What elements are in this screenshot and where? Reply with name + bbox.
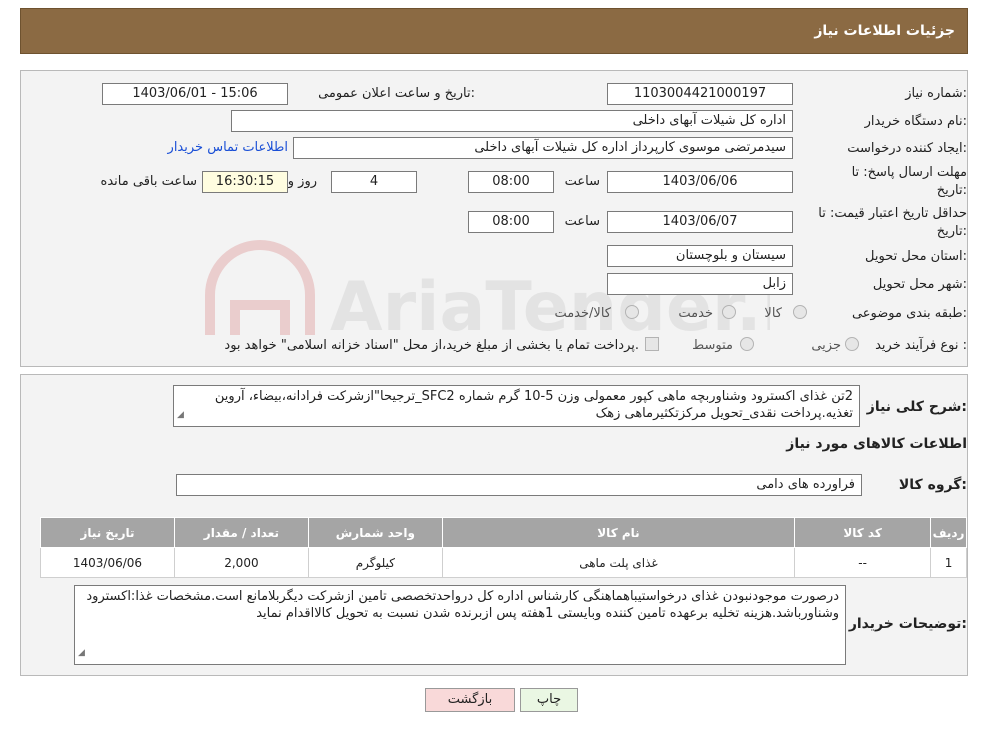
description-label: شرح کلی نیاز:: [866, 399, 967, 415]
city-label: شهر محل تحویل:: [872, 277, 967, 292]
process-minor-radio[interactable]: [845, 337, 859, 351]
back-button[interactable]: بازگشت: [425, 688, 515, 712]
announce-label: تاریخ و ساعت اعلان عمومی:: [318, 86, 475, 101]
resize-handle-icon[interactable]: ◢: [177, 407, 184, 424]
category-label: طبقه بندی موضوعی:: [851, 306, 967, 321]
col-row-number: ردیف: [930, 517, 967, 548]
category-goods-service-radio[interactable]: [625, 305, 639, 319]
goods-table-header: ردیف کد کالا نام کالا واحد شمارش تعداد /…: [40, 517, 967, 548]
days-remaining-field: 4: [331, 171, 417, 193]
days-label: روز و: [287, 174, 317, 189]
goods-section-title: اطلاعات کالاهای مورد نیاز: [786, 436, 967, 452]
goods-group-field: فراورده های دامی: [176, 474, 862, 496]
buyer-notes-text: درصورت موجودنبودن غذای درخواستیباهماهنگی…: [86, 589, 839, 621]
cell-quantity: 2,000: [173, 547, 309, 578]
col-quantity: تعداد / مقدار: [173, 517, 309, 548]
buyer-org-label: نام دستگاه خریدار:: [864, 114, 967, 129]
deadline-label-date: تاریخ:: [936, 183, 967, 198]
cell-goods-code: --: [794, 547, 932, 578]
province-label: استان محل تحویل:: [865, 249, 967, 264]
cell-need-date: 1403/06/06: [40, 547, 175, 578]
creator-field: سیدمرتضی موسوی کارپرداز اداره کل شیلات آ…: [293, 137, 793, 159]
description-text: 2تن غذای اکسترود وشناوربچه ماهی کپور معم…: [214, 389, 853, 421]
description-textarea[interactable]: 2تن غذای اکسترود وشناوربچه ماهی کپور معم…: [173, 385, 860, 427]
validity-label: حداقل تاریخ اعتبار قیمت: تا: [818, 206, 967, 221]
print-button[interactable]: چاپ: [520, 688, 578, 712]
validity-date-field: 1403/06/07: [607, 211, 793, 233]
buyer-org-field: اداره کل شیلات آبهای داخلی: [231, 110, 793, 132]
cell-unit: کیلوگرم: [307, 547, 443, 578]
deadline-time-label: ساعت: [564, 174, 600, 189]
need-number-field: 1103004421000197: [607, 83, 793, 105]
remaining-time-field: 16:30:15: [202, 171, 288, 193]
validity-time-field: 08:00: [468, 211, 554, 233]
goods-group-label: گروه کالا:: [898, 477, 967, 493]
deadline-time-field: 08:00: [468, 171, 554, 193]
process-medium-label: متوسط: [692, 338, 733, 353]
process-label: نوع فرآیند خرید :: [875, 338, 967, 353]
table-row: 1 -- غذای پلت ماهی کیلوگرم 2,000 1403/06…: [40, 547, 967, 578]
process-note: پرداخت تمام یا بخشی از مبلغ خرید،از محل …: [224, 338, 639, 353]
deadline-date-field: 1403/06/06: [607, 171, 793, 193]
category-goods-service-label: کالا/خدمت: [554, 306, 611, 321]
page-title: جزئیات اطلاعات نیاز: [814, 23, 955, 39]
treasury-checkbox[interactable]: [645, 337, 659, 351]
cell-row-number: 1: [930, 547, 967, 578]
buyer-notes-textarea[interactable]: درصورت موجودنبودن غذای درخواستیباهماهنگی…: [74, 585, 846, 665]
need-number-label: شماره نیاز:: [905, 86, 967, 101]
remaining-time-label: ساعت باقی مانده: [100, 174, 197, 189]
category-service-radio[interactable]: [722, 305, 736, 319]
deadline-label: مهلت ارسال پاسخ: تا: [851, 165, 967, 180]
category-goods-label: کالا: [764, 306, 782, 321]
validity-label-date: تاریخ:: [936, 224, 967, 239]
category-service-label: خدمت: [678, 306, 713, 321]
process-minor-label: جزیی: [811, 338, 841, 353]
col-need-date: تاریخ نیاز: [40, 517, 175, 548]
col-unit: واحد شمارش: [307, 517, 443, 548]
city-field: زابل: [607, 273, 793, 295]
cell-goods-name: غذای پلت ماهی: [441, 547, 796, 578]
process-medium-radio[interactable]: [740, 337, 754, 351]
col-goods-code: کد کالا: [794, 517, 932, 548]
col-goods-name: نام کالا: [441, 517, 796, 548]
province-field: سیستان و بلوچستان: [607, 245, 793, 267]
page-header: جزئیات اطلاعات نیاز: [20, 8, 968, 54]
validity-time-label: ساعت: [564, 214, 600, 229]
creator-label: ایجاد کننده درخواست:: [847, 141, 967, 156]
resize-handle-icon[interactable]: ◢: [78, 645, 85, 662]
buyer-contact-link[interactable]: اطلاعات تماس خریدار: [168, 140, 288, 155]
category-goods-radio[interactable]: [793, 305, 807, 319]
goods-table: ردیف کد کالا نام کالا واحد شمارش تعداد /…: [40, 517, 967, 578]
buyer-notes-label: توضیحات خریدار:: [848, 616, 967, 632]
announce-datetime-field: 1403/06/01 - 15:06: [102, 83, 288, 105]
